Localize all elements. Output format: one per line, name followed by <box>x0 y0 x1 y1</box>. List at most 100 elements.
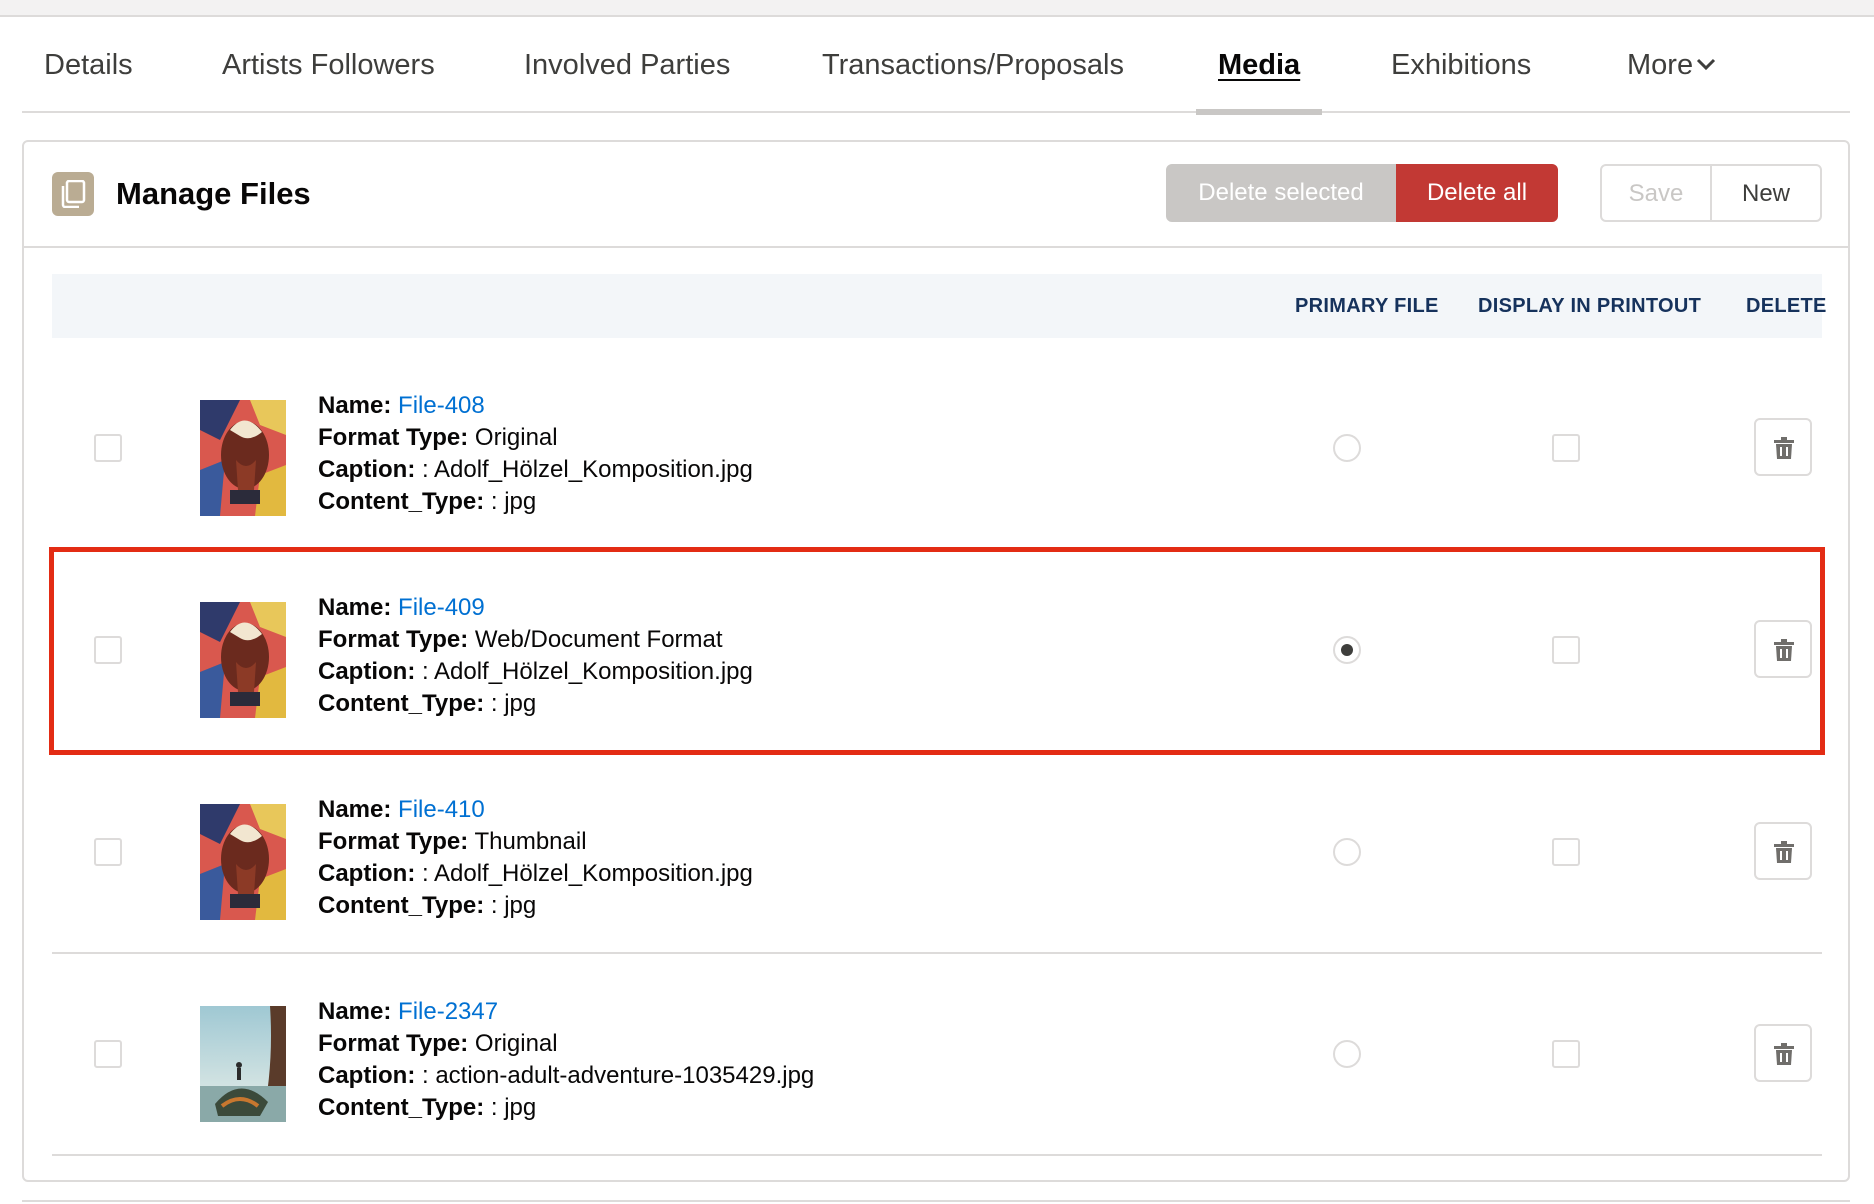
file-name-line: Name: File-408 <box>318 390 753 422</box>
display-in-printout-checkbox[interactable] <box>1552 838 1580 866</box>
header-display-in-printout: DISPLAY IN PRINTOUT <box>1478 295 1702 317</box>
delete-file-button[interactable] <box>1754 822 1812 880</box>
card-title: Manage Files <box>116 176 311 211</box>
tab-transactions-proposals[interactable]: Transactions/Proposals <box>822 17 1124 113</box>
display-in-printout-checkbox[interactable] <box>1552 434 1580 462</box>
row-select-checkbox[interactable] <box>94 636 122 664</box>
file-name-line: Name: File-410 <box>318 794 753 826</box>
caption-label: Caption: <box>318 658 416 685</box>
file-name-link[interactable]: File-409 <box>398 594 485 621</box>
card-header: Manage Files Delete selected Delete all … <box>24 142 1848 248</box>
caption-line: Caption: : Adolf_Hölzel_Komposition.jpg <box>318 656 753 688</box>
name-label: Name: <box>318 594 392 621</box>
content-type-label: Content_Type: <box>318 488 485 515</box>
table-row: Name: File-409 Format Type: Web/Document… <box>49 547 1825 755</box>
delete-selected-button[interactable]: Delete selected <box>1166 164 1396 222</box>
painting-thumbnail <box>200 400 286 516</box>
header-delete: DELETE <box>1746 295 1827 317</box>
file-name-link[interactable]: File-410 <box>398 796 485 823</box>
caption-line: Caption: : Adolf_Hölzel_Komposition.jpg <box>318 858 753 890</box>
name-label: Name: <box>318 998 392 1025</box>
row-select-checkbox[interactable] <box>94 1040 122 1068</box>
content-type-value: : jpg <box>490 1094 537 1121</box>
caption-line: Caption: : Adolf_Hölzel_Komposition.jpg <box>318 454 753 486</box>
content-type-line: Content_Type: : jpg <box>318 1092 814 1124</box>
format-type-value: Thumbnail <box>474 828 587 855</box>
primary-file-radio[interactable] <box>1333 838 1361 866</box>
caption-value: : Adolf_Hölzel_Komposition.jpg <box>421 860 753 887</box>
content-type-label: Content_Type: <box>318 1094 485 1121</box>
caption-line: Caption: : action-adult-adventure-103542… <box>318 1060 814 1092</box>
table-row: Name: File-410 Format Type: Thumbnail Ca… <box>52 752 1822 954</box>
primary-file-radio[interactable] <box>1333 434 1361 462</box>
trash-icon <box>1774 437 1794 459</box>
format-type-value: Web/Document Format <box>474 626 723 653</box>
content-type-line: Content_Type: : jpg <box>318 486 753 518</box>
divider <box>22 1200 1850 1202</box>
caption-label: Caption: <box>318 456 416 483</box>
content-type-label: Content_Type: <box>318 892 485 919</box>
top-bar <box>0 0 1874 17</box>
file-name-link[interactable]: File-2347 <box>398 998 498 1025</box>
format-type-label: Format Type: <box>318 626 469 653</box>
delete-all-button[interactable]: Delete all <box>1396 164 1558 222</box>
tab-more[interactable]: More <box>1627 17 1717 113</box>
row-select-checkbox[interactable] <box>94 434 122 462</box>
format-type-label: Format Type: <box>318 828 469 855</box>
landscape-thumbnail <box>200 1006 286 1122</box>
trash-icon <box>1774 1043 1794 1065</box>
caption-value: : Adolf_Hölzel_Komposition.jpg <box>421 456 753 483</box>
file-details: Name: File-410 Format Type: Thumbnail Ca… <box>318 794 753 922</box>
caption-label: Caption: <box>318 860 416 887</box>
chevron-down-icon <box>1697 59 1716 71</box>
tab-media[interactable]: Media <box>1195 17 1323 115</box>
delete-file-button[interactable] <box>1754 620 1812 678</box>
row-select-checkbox[interactable] <box>94 838 122 866</box>
painting-thumbnail <box>200 602 286 718</box>
format-type-label: Format Type: <box>318 1030 469 1057</box>
content-type-line: Content_Type: : jpg <box>318 688 753 720</box>
file-name-line: Name: File-409 <box>318 592 753 624</box>
primary-file-radio[interactable] <box>1333 636 1361 664</box>
file-copy-icon <box>52 172 94 216</box>
file-name-line: Name: File-2347 <box>318 996 814 1028</box>
name-label: Name: <box>318 796 392 823</box>
tab-involved-parties[interactable]: Involved Parties <box>524 17 730 113</box>
content-type-value: : jpg <box>490 488 537 515</box>
trash-icon <box>1774 639 1794 661</box>
primary-file-radio[interactable] <box>1333 1040 1361 1068</box>
content-type-value: : jpg <box>490 690 537 717</box>
display-in-printout-checkbox[interactable] <box>1552 636 1580 664</box>
format-type-value: Original <box>474 424 558 451</box>
format-type-line: Format Type: Original <box>318 1028 814 1060</box>
table-header: PRIMARY FILE DISPLAY IN PRINTOUT DELETE <box>52 274 1826 338</box>
trash-icon <box>1774 841 1794 863</box>
manage-files-card: Manage Files Delete selected Delete all … <box>22 140 1850 1182</box>
tab-exhibitions[interactable]: Exhibitions <box>1391 17 1531 113</box>
tab-artists-followers[interactable]: Artists Followers <box>222 17 435 113</box>
content-type-line: Content_Type: : jpg <box>318 890 753 922</box>
caption-label: Caption: <box>318 1062 416 1089</box>
tab-details[interactable]: Details <box>44 17 133 113</box>
delete-file-button[interactable] <box>1754 1024 1812 1082</box>
file-details: Name: File-409 Format Type: Web/Document… <box>318 592 753 720</box>
caption-value: : action-adult-adventure-1035429.jpg <box>421 1062 815 1089</box>
header-primary-file: PRIMARY FILE <box>1295 295 1439 317</box>
table-row: Name: File-408 Format Type: Original Cap… <box>52 348 1822 550</box>
format-type-line: Format Type: Thumbnail <box>318 826 753 858</box>
tab-more-label: More <box>1627 49 1694 81</box>
content-type-value: : jpg <box>490 892 537 919</box>
painting-thumbnail <box>200 804 286 920</box>
display-in-printout-checkbox[interactable] <box>1552 1040 1580 1068</box>
record-tabs: Details Artists Followers Involved Parti… <box>22 17 1850 115</box>
new-button[interactable]: New <box>1711 164 1822 222</box>
save-button[interactable]: Save <box>1600 164 1711 222</box>
content-type-label: Content_Type: <box>318 690 485 717</box>
delete-file-button[interactable] <box>1754 418 1812 476</box>
format-type-value: Original <box>474 1030 558 1057</box>
format-type-line: Format Type: Web/Document Format <box>318 624 753 656</box>
format-type-line: Format Type: Original <box>318 422 753 454</box>
name-label: Name: <box>318 392 392 419</box>
file-name-link[interactable]: File-408 <box>398 392 485 419</box>
format-type-label: Format Type: <box>318 424 469 451</box>
